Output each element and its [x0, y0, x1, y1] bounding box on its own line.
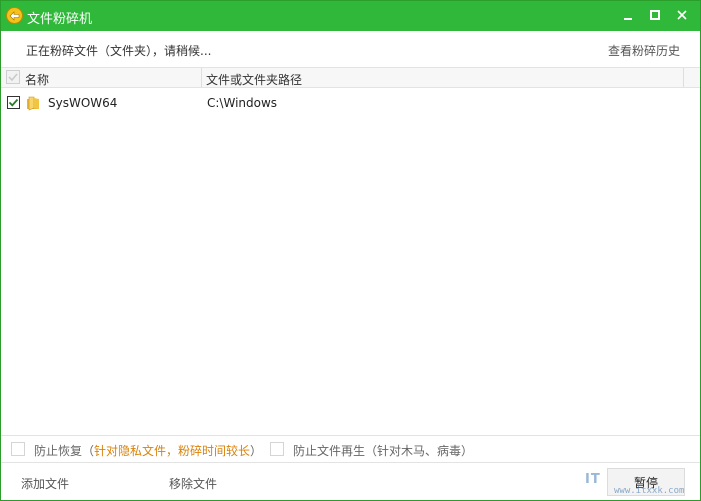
prevent-recovery-checkbox[interactable]	[11, 442, 25, 456]
file-shredder-window: 文件粉碎机 正在粉碎文件（文件夹），请稍候... 查看粉碎历史 名称 文件或文件…	[0, 0, 701, 501]
status-row: 正在粉碎文件（文件夹），请稍候... 查看粉碎历史	[1, 31, 700, 67]
table-header: 名称 文件或文件夹路径	[1, 67, 700, 88]
minimize-icon	[624, 18, 632, 20]
pause-button[interactable]: 暂停	[607, 468, 685, 496]
window-title: 文件粉碎机	[27, 12, 93, 27]
file-list: SysWOW64 C:\Windows	[1, 88, 700, 435]
footer-bar: 添加文件 移除文件 暂停 IT www.itxxk.com	[1, 462, 700, 500]
title-bar[interactable]: 文件粉碎机	[1, 1, 700, 31]
select-all-checkbox[interactable]	[6, 70, 20, 84]
prevent-recovery-label[interactable]: 防止恢复（针对隐私文件，粉碎时间较长）	[34, 442, 262, 459]
minimize-button[interactable]	[614, 1, 642, 29]
column-header-path[interactable]: 文件或文件夹路径	[206, 71, 302, 88]
column-divider[interactable]	[201, 68, 202, 87]
maximize-button[interactable]	[641, 1, 669, 29]
check-icon	[8, 73, 18, 82]
prevent-recovery-text: 防止恢复（	[34, 444, 95, 458]
close-icon	[677, 10, 687, 20]
add-file-button[interactable]: 添加文件	[21, 475, 69, 492]
pause-button-label: 暂停	[633, 475, 658, 490]
column-divider[interactable]	[683, 68, 684, 87]
folder-icon	[27, 96, 39, 111]
prevent-regen-checkbox[interactable]	[270, 442, 284, 456]
watermark-logo: IT	[585, 472, 601, 487]
options-bar: 防止恢复（针对隐私文件，粉碎时间较长） 防止文件再生（针对木马、病毒）	[1, 435, 700, 462]
prevent-recovery-suffix: ）	[250, 444, 263, 458]
file-path: C:\Windows	[207, 96, 278, 110]
prevent-recovery-note: 针对隐私文件，粉碎时间较长	[94, 444, 251, 458]
view-history-link[interactable]: 查看粉碎历史	[608, 42, 680, 59]
row-checkbox[interactable]	[7, 96, 20, 109]
status-message: 正在粉碎文件（文件夹），请稍候...	[26, 44, 212, 58]
file-name: SysWOW64	[48, 96, 118, 110]
maximize-icon	[650, 10, 660, 20]
table-row[interactable]: SysWOW64 C:\Windows	[1, 89, 700, 115]
remove-file-button[interactable]: 移除文件	[169, 475, 217, 492]
prevent-regen-label[interactable]: 防止文件再生（针对木马、病毒）	[293, 442, 473, 459]
column-header-name[interactable]: 名称	[25, 71, 49, 88]
close-button[interactable]	[668, 1, 696, 29]
check-icon	[8, 98, 19, 107]
shredder-app-icon	[6, 7, 23, 24]
